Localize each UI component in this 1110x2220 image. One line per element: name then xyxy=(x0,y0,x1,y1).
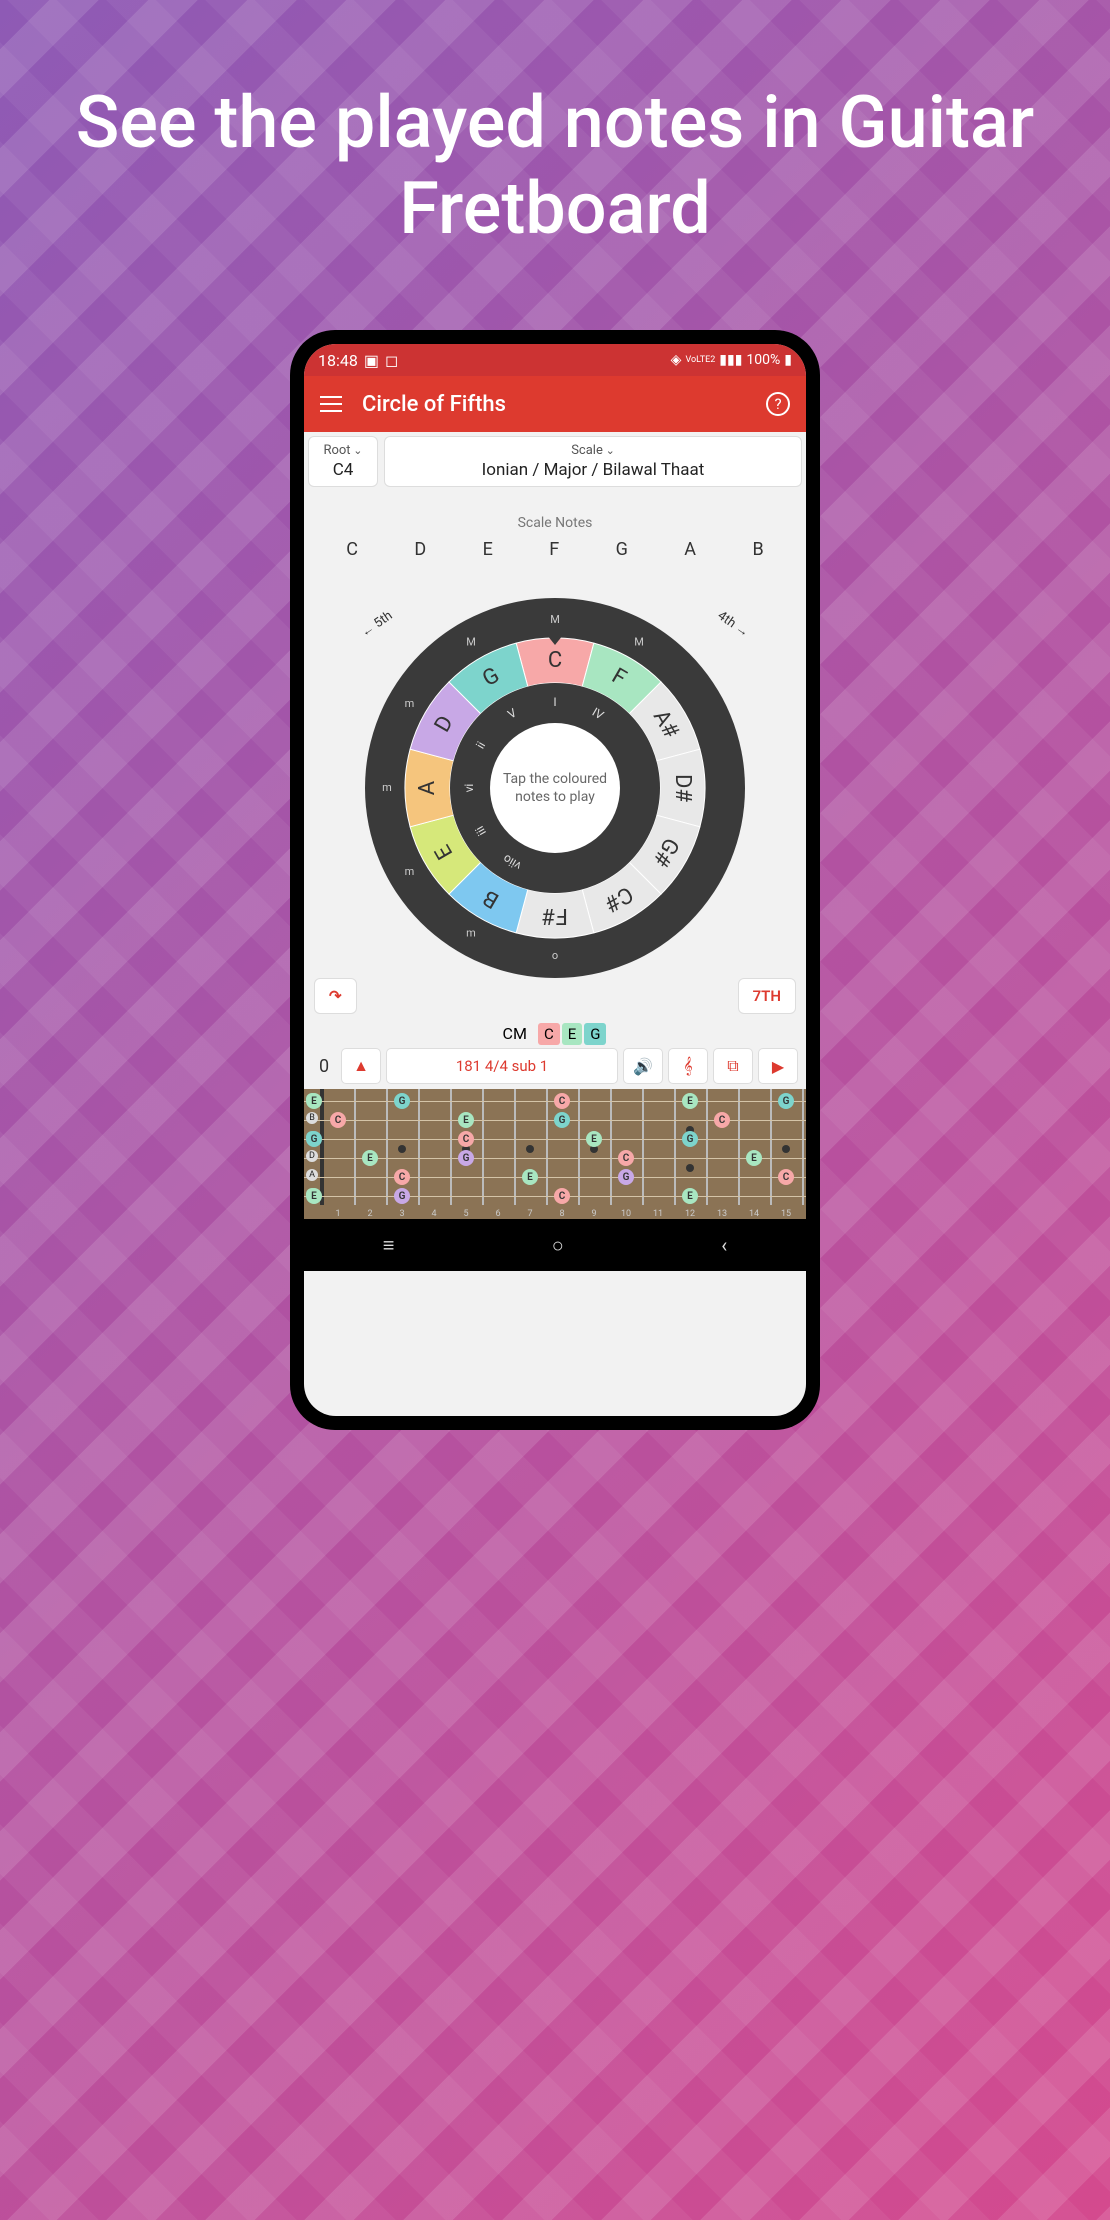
svg-text:C: C xyxy=(548,648,562,673)
metronome-button[interactable]: ▲ xyxy=(341,1048,381,1084)
fret-note[interactable]: G xyxy=(458,1150,474,1166)
scale-notes-row: CDEFGAB xyxy=(304,531,806,568)
scale-note[interactable]: G xyxy=(616,539,628,560)
chord-note: C xyxy=(538,1023,560,1045)
recent-apps-icon[interactable]: ≡ xyxy=(383,1233,395,1258)
circle-of-fifths: ← 5th 4th → CMFMA#D#G#C#F#oBmEmAmDmGMIIV… xyxy=(304,568,806,1008)
fret-note[interactable]: E xyxy=(458,1112,474,1128)
svg-text:o: o xyxy=(552,949,558,962)
fret-note[interactable]: E xyxy=(682,1188,698,1204)
scale-note[interactable]: A xyxy=(684,539,696,560)
root-label: Root xyxy=(319,443,367,458)
scale-note[interactable]: D xyxy=(414,539,426,560)
fret-note[interactable]: G xyxy=(554,1112,570,1128)
scale-note[interactable]: B xyxy=(752,539,763,560)
svg-text:M: M xyxy=(550,613,560,626)
chord-display: CM CEG xyxy=(304,1024,806,1043)
scale-note[interactable]: E xyxy=(483,539,493,560)
repeat-button[interactable]: ⧉ xyxy=(713,1048,753,1084)
fret-note[interactable]: C xyxy=(618,1150,634,1166)
app-bar: Circle of Fifths ? xyxy=(304,376,806,432)
lte-icon: VoLTE2 xyxy=(685,355,715,365)
svg-text:I: I xyxy=(553,695,556,709)
svg-text:m: m xyxy=(405,865,415,878)
play-button[interactable]: ▶ xyxy=(758,1048,798,1084)
fret-note[interactable]: C xyxy=(330,1112,346,1128)
fret-note[interactable]: C xyxy=(394,1169,410,1185)
fret-note[interactable]: C xyxy=(554,1093,570,1109)
menu-icon[interactable] xyxy=(320,396,342,412)
fret-note[interactable]: G xyxy=(618,1169,634,1185)
scale-value: Ionian / Major / Bilawal Thaat xyxy=(395,460,791,480)
beat-count: 0 xyxy=(312,1056,336,1077)
fret-note[interactable]: E xyxy=(746,1150,762,1166)
fret-note[interactable]: C xyxy=(778,1169,794,1185)
svg-text:m: m xyxy=(405,697,415,710)
fret-note[interactable]: C xyxy=(458,1131,474,1147)
status-time: 18:48 xyxy=(318,351,358,370)
fret-note[interactable]: G xyxy=(394,1188,410,1204)
scale-notes-label: Scale Notes xyxy=(304,515,806,531)
chord-notes: CEG xyxy=(537,1024,608,1043)
svg-text:vi: vi xyxy=(462,784,476,793)
svg-text:A: A xyxy=(415,780,440,795)
root-value: C4 xyxy=(319,460,367,480)
help-icon[interactable]: ? xyxy=(766,392,790,416)
wifi-icon: ◈ xyxy=(671,352,682,368)
circle-center-text: Tap the coloured notes to play xyxy=(500,770,610,806)
root-selector[interactable]: Root C4 xyxy=(308,436,378,487)
fret-note[interactable]: E xyxy=(522,1169,538,1185)
staff-button[interactable]: 𝄞 xyxy=(668,1048,708,1084)
fret-note[interactable]: E xyxy=(306,1093,322,1109)
chord-note: E xyxy=(562,1023,583,1045)
chord-note: G xyxy=(584,1023,606,1045)
fret-note[interactable]: C xyxy=(714,1112,730,1128)
phone-frame: 18:48 ▣ ◻ ◈ VoLTE2 ▮▮▮ 100% ▮ Circle of … xyxy=(290,330,820,1430)
scale-note[interactable]: F xyxy=(549,539,559,560)
home-icon[interactable]: ○ xyxy=(552,1233,564,1258)
fret-note[interactable]: E xyxy=(586,1131,602,1147)
selector-row: Root C4 Scale Ionian / Major / Bilawal T… xyxy=(304,432,806,491)
picture-icon: ▣ xyxy=(364,351,379,370)
fret-note[interactable]: E xyxy=(362,1150,378,1166)
fretboard[interactable]: 123456789101112131415EBGDAEEGCEGCEGCGCEG… xyxy=(304,1089,806,1219)
controls-row: 0 ▲ 181 4/4 sub 1 🔊 𝄞 ⧉ ▶ xyxy=(304,1043,806,1089)
app-icon: ◻ xyxy=(385,351,398,370)
app-title: Circle of Fifths xyxy=(362,392,746,417)
svg-text:m: m xyxy=(466,926,476,939)
battery-percent: 100% xyxy=(746,352,780,368)
svg-text:M: M xyxy=(466,635,476,648)
tempo-button[interactable]: 181 4/4 sub 1 xyxy=(386,1048,618,1084)
android-status-bar: 18:48 ▣ ◻ ◈ VoLTE2 ▮▮▮ 100% ▮ xyxy=(304,344,806,376)
svg-text:F#: F# xyxy=(542,903,568,928)
chord-name: CM xyxy=(503,1024,527,1043)
battery-icon: ▮ xyxy=(784,352,792,368)
fret-note[interactable]: G xyxy=(778,1093,794,1109)
phone-screen: 18:48 ▣ ◻ ◈ VoLTE2 ▮▮▮ 100% ▮ Circle of … xyxy=(304,344,806,1416)
svg-text:M: M xyxy=(634,635,644,648)
svg-text:m: m xyxy=(382,781,392,794)
sound-button[interactable]: 🔊 xyxy=(623,1048,663,1084)
back-icon[interactable]: ‹ xyxy=(721,1233,727,1257)
marketing-tagline: See the played notes in Guitar Fretboard xyxy=(0,80,1110,253)
android-nav-bar: ≡ ○ ‹ xyxy=(304,1219,806,1271)
fret-note[interactable]: G xyxy=(394,1093,410,1109)
scale-selector[interactable]: Scale Ionian / Major / Bilawal Thaat xyxy=(384,436,802,487)
scale-label: Scale xyxy=(395,443,791,458)
scale-note[interactable]: C xyxy=(346,539,358,560)
fret-note[interactable]: E xyxy=(306,1188,322,1204)
fret-note[interactable]: G xyxy=(306,1131,322,1147)
signal-icon: ▮▮▮ xyxy=(719,352,742,368)
svg-text:D#: D# xyxy=(670,774,695,802)
fret-note[interactable]: G xyxy=(682,1131,698,1147)
fret-note[interactable]: E xyxy=(682,1093,698,1109)
fret-note[interactable]: C xyxy=(554,1188,570,1204)
